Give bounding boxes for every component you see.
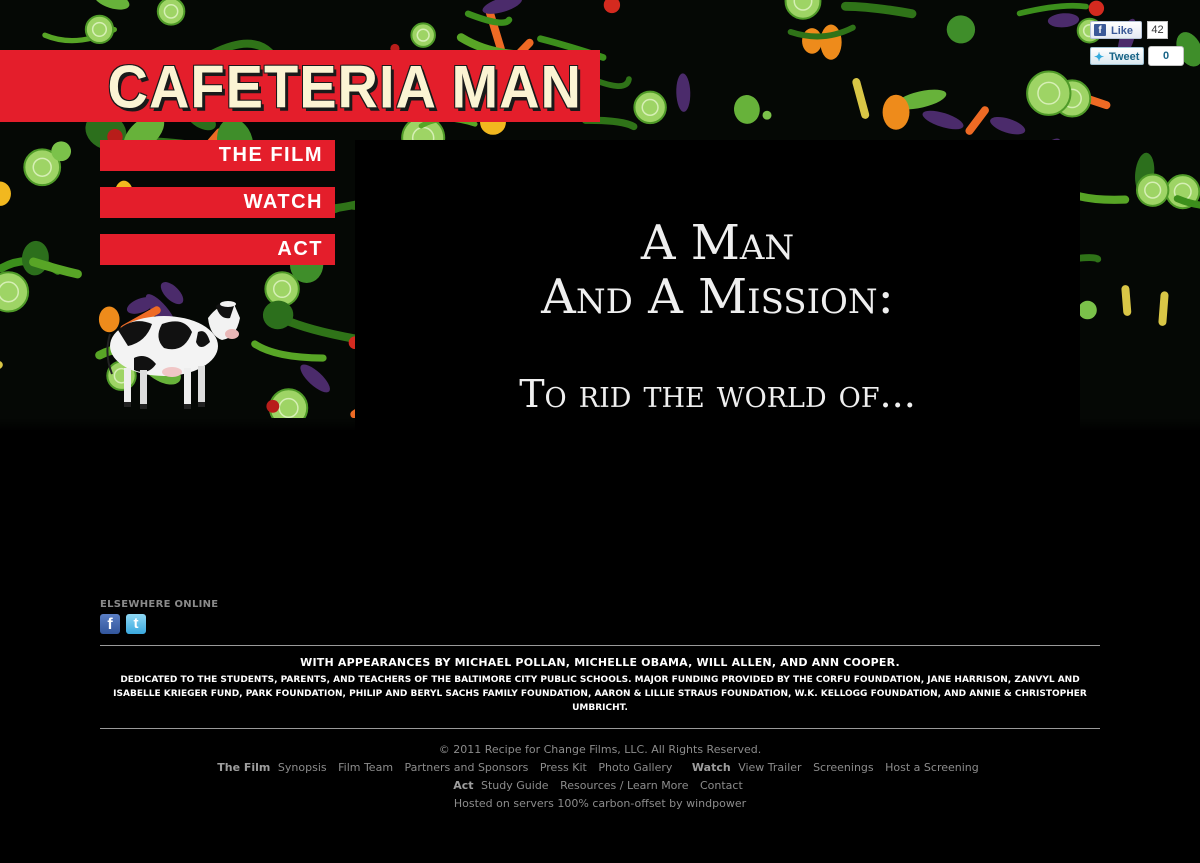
tweet-button[interactable]: ✦ Tweet [1090,47,1144,65]
main-nav: THE FILM WATCH ACT [100,140,335,281]
tomato-icon [603,0,621,14]
twitter-icon[interactable]: t [126,614,146,634]
dedication-credit: DEDICATED TO THE STUDENTS, PARENTS, AND … [113,675,1087,713]
intro-video[interactable]: A Man And A Mission: To rid the world of… [355,140,1080,430]
appearances-credit: WITH APPEARANCES BY MICHAEL POLLAN, MICH… [300,656,900,669]
green-bean-icon [787,24,856,40]
footer-link-resources[interactable]: Resources / Learn More [560,779,688,792]
carrot-icon [965,106,989,135]
cucumber-slice-icon [0,271,30,313]
hosting-note: Hosted on servers 100% carbon-offset by … [453,797,747,810]
facebook-icon[interactable]: f [100,614,120,634]
divider [100,645,1100,646]
eggplant-icon [300,364,330,393]
green-bean-icon [251,340,327,362]
facebook-icon: f [1094,24,1106,36]
footer-link-study-guide[interactable]: Study Guide [481,779,549,792]
footer-link-partners-and-sponsors[interactable]: Partners and Sponsors [405,761,529,774]
eggplant-icon [1047,13,1080,28]
carrot-icon [852,78,870,119]
video-line-3: To rid the world of... [519,372,916,416]
yellow-pepper-icon [802,28,822,54]
footer-links-row-2: Act Study Guide Resources / Learn More C… [100,777,1100,795]
carrot-icon [1158,291,1169,326]
footer-links-row-1: The Film Synopsis Film Team Partners and… [100,759,1100,777]
footer-link-contact[interactable]: Contact [700,779,743,792]
eggplant-icon [922,110,964,130]
green-bean-icon [840,1,917,19]
yellow-pepper-icon [820,24,842,60]
footer-link-host-a-screening[interactable]: Host a Screening [885,761,979,774]
cucumber-slice-icon [410,22,436,48]
video-line-2: And A Mission: [541,269,894,325]
lettuce-leaf-icon [733,95,760,124]
elsewhere-heading: ELSEWHERE ONLINE [100,599,219,610]
footer-group-act[interactable]: Act [453,779,473,792]
footer-link-screenings[interactable]: Screenings [813,761,874,774]
footer-link-synopsis[interactable]: Synopsis [278,761,327,774]
nav-item-watch[interactable]: WATCH [100,187,335,218]
cucumber-slice-icon [156,0,186,26]
green-bean-icon [279,315,359,343]
facebook-like-button[interactable]: f Like [1090,21,1142,39]
cow-illustration [106,301,240,409]
like-count: 42 [1147,21,1168,39]
tweet-count: 0 [1148,46,1184,66]
copyright: © 2011 Recipe for Change Films, LLC. All… [438,743,762,756]
tweet-label: Tweet [1109,51,1140,63]
nav-item-act[interactable]: ACT [100,234,335,265]
logo-text: CAFETERIA MAN [107,51,582,121]
footer-group-watch[interactable]: Watch [692,761,731,774]
footer-link-photo-gallery[interactable]: Photo Gallery [598,761,672,774]
footer-group-the-film[interactable]: The Film [217,761,270,774]
lettuce-leaf-icon [94,0,130,10]
video-line-1: A Man [640,215,795,271]
cucumber-slice-icon [1135,173,1170,207]
site-footer: © 2011 Recipe for Change Films, LLC. All… [100,741,1100,813]
divider [100,728,1100,729]
cucumber-slice-icon [84,14,115,45]
eggplant-icon [676,73,691,112]
tomato-icon [1078,300,1097,320]
yellow-pepper-icon [0,181,11,206]
yellow-pepper-icon [882,94,910,130]
carrot-icon [0,351,3,369]
cucumber-slice-icon [1026,70,1072,116]
lettuce-leaf-icon [946,15,976,44]
like-label: Like [1111,25,1134,37]
tomato-icon [266,399,280,413]
twitter-bird-icon: ✦ [1094,50,1105,64]
tomato-icon [762,110,772,120]
tomato-icon [51,141,72,162]
carrot-icon [1121,285,1132,316]
footer-link-film-team[interactable]: Film Team [338,761,393,774]
eggplant-icon [990,116,1026,135]
tomato-icon [1088,0,1105,16]
site-logo[interactable]: CAFETERIA MAN [0,50,600,122]
green-bean-icon [1016,2,1089,17]
video-headline: A Man And A Mission: [355,216,1080,324]
cucumber-slice-icon [633,90,667,125]
nav-item-the-film[interactable]: THE FILM [100,140,335,171]
footer-link-view-trailer[interactable]: View Trailer [738,761,801,774]
footer-link-press-kit[interactable]: Press Kit [540,761,587,774]
